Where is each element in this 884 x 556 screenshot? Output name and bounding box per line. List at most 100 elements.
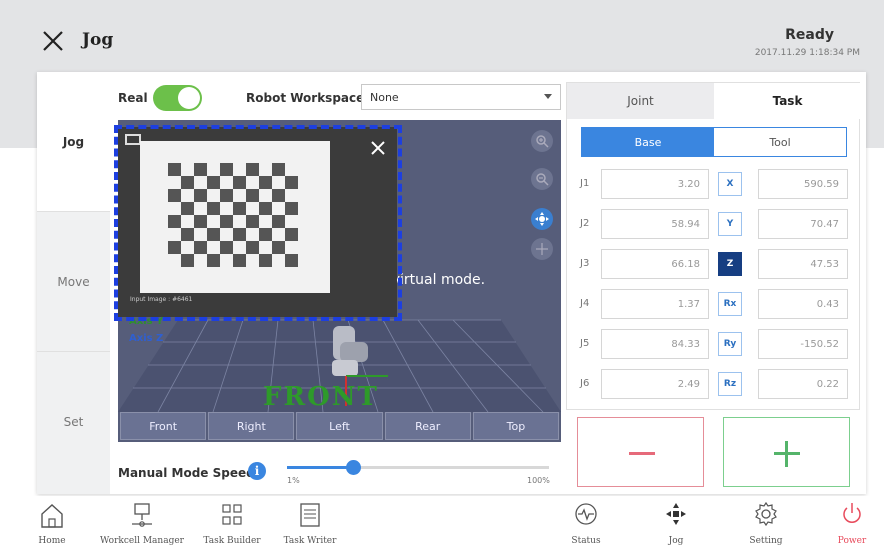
close-icon[interactable]: [40, 28, 66, 54]
zoom-out-button[interactable]: [531, 168, 553, 190]
joint-value-field[interactable]: 3.20: [601, 169, 709, 199]
coord-row: J5 84.33 Ry -150.52: [567, 329, 861, 359]
view-top-button[interactable]: Top: [472, 412, 560, 440]
speed-slider-fill: [287, 466, 353, 469]
speed-max-label: 100%: [527, 476, 550, 485]
view-rear-button[interactable]: Rear: [384, 412, 471, 440]
task-axis-button[interactable]: Rx: [718, 292, 742, 316]
nav-task-writer[interactable]: Task Writer: [282, 500, 338, 546]
real-toggle[interactable]: [153, 85, 202, 111]
speed-slider[interactable]: [287, 460, 549, 475]
rotate-button[interactable]: [531, 208, 553, 230]
nav-workcell-manager[interactable]: Workcell Manager: [96, 500, 188, 546]
dropdown-arrow-icon: [544, 94, 552, 99]
speed-min-label: 1%: [287, 476, 300, 485]
nav-setting-label: Setting: [749, 536, 783, 546]
side-tabs: Jog Move Set: [37, 72, 110, 494]
tab-move-label: Move: [57, 274, 90, 289]
joint-label: J3: [580, 258, 590, 269]
jog-plus-button[interactable]: [723, 417, 850, 487]
task-axis-button[interactable]: Z: [718, 252, 742, 276]
nav-jog-label: Jog: [668, 536, 684, 546]
speed-label: Manual Mode Speed: [118, 466, 255, 480]
view-right-button[interactable]: Right: [208, 412, 295, 440]
joint-value-field[interactable]: 58.94: [601, 209, 709, 239]
joint-value-field[interactable]: 1.37: [601, 289, 709, 319]
task-axis-button[interactable]: Y: [718, 212, 742, 236]
rotate-icon: [535, 212, 549, 226]
nav-home[interactable]: Home: [32, 500, 72, 546]
coord-row: J2 58.94 Y 70.47: [567, 209, 861, 239]
tab-jog-label: Jog: [62, 134, 85, 149]
joint-value-field[interactable]: 84.33: [601, 329, 709, 359]
coord-row: J4 1.37 Rx 0.43: [567, 289, 861, 319]
tab-move[interactable]: Move: [37, 212, 110, 352]
nav-power-label: Power: [837, 536, 867, 546]
joint-value-field[interactable]: 2.49: [601, 369, 709, 399]
nav-workcell-label: Workcell Manager: [100, 536, 184, 546]
task-value-field[interactable]: 70.47: [758, 209, 848, 239]
joint-label: J4: [580, 298, 590, 309]
toggle-knob: [178, 87, 200, 109]
view-front-button[interactable]: Front: [120, 412, 207, 440]
tab-set[interactable]: Set: [37, 352, 110, 492]
workspace-select[interactable]: None: [361, 84, 561, 110]
coordinate-tabs: Joint Task: [567, 83, 861, 119]
nav-status[interactable]: Status: [566, 500, 606, 546]
nav-task-builder-label: Task Builder: [203, 536, 261, 546]
task-value-field[interactable]: 590.59: [758, 169, 848, 199]
task-value-field[interactable]: 0.43: [758, 289, 848, 319]
page-title: Jog: [82, 30, 114, 50]
view-left-button[interactable]: Left: [296, 412, 383, 440]
joint-label: J6: [580, 378, 590, 389]
status-label: Ready: [785, 27, 834, 43]
pan-icon: [536, 243, 548, 255]
jog-icon: [666, 503, 686, 525]
axis-z-label: Axis Z: [129, 333, 164, 344]
task-value-field[interactable]: 0.22: [758, 369, 848, 399]
jog-minus-button[interactable]: [577, 417, 704, 487]
task-axis-button[interactable]: Rz: [718, 372, 742, 396]
coordinate-panel: Joint Task Base Tool J1 3.20 X 590.59 J2…: [566, 82, 861, 410]
info-icon[interactable]: i: [248, 462, 266, 480]
nav-task-builder[interactable]: Task Builder: [200, 500, 264, 546]
workspace-label: Robot Workspace: [246, 91, 365, 105]
zoom-in-icon: [536, 135, 549, 148]
tab-task[interactable]: Task: [714, 83, 861, 119]
frame-toggle: Base Tool: [581, 127, 847, 157]
zoom-out-icon: [536, 173, 549, 186]
nav-status-label: Status: [571, 536, 601, 546]
task-value-field[interactable]: 47.53: [758, 249, 848, 279]
pan-button[interactable]: [531, 238, 553, 260]
tab-joint[interactable]: Joint: [567, 83, 714, 119]
view-buttons-bar: Front Right Left Rear Top: [118, 412, 561, 442]
minus-icon: [629, 452, 655, 455]
task-value-field[interactable]: -150.52: [758, 329, 848, 359]
selection-highlight: [114, 125, 402, 321]
joint-label: J5: [580, 338, 590, 349]
task-axis-button[interactable]: X: [718, 172, 742, 196]
nav-power[interactable]: Power: [832, 500, 872, 546]
power-icon: [843, 503, 861, 523]
real-label: Real: [118, 91, 148, 105]
status-timestamp: 2017.11.29 1:18:34 PM: [754, 48, 860, 58]
home-icon: [41, 504, 63, 528]
tab-jog[interactable]: Jog: [37, 72, 110, 212]
coord-row: J6 2.49 Rz 0.22: [567, 369, 861, 399]
speed-slider-handle[interactable]: [345, 460, 361, 475]
task-writer-icon: [300, 503, 320, 527]
coord-row: J1 3.20 X 590.59: [567, 169, 861, 199]
nav-setting[interactable]: Setting: [744, 500, 788, 546]
jog-card: Jog Move Set Real Robot Workspace None A…: [37, 72, 866, 494]
nav-task-writer-label: Task Writer: [283, 536, 337, 546]
zoom-in-button[interactable]: [531, 130, 553, 152]
tool-frame-button[interactable]: Tool: [714, 128, 846, 156]
bottom-nav: Home Workcell Manager Task Builder Task …: [0, 496, 884, 556]
workcell-icon: [132, 503, 152, 527]
workspace-value: None: [370, 91, 399, 104]
status-icon: [575, 503, 597, 525]
nav-jog[interactable]: Jog: [656, 500, 696, 546]
base-frame-button[interactable]: Base: [582, 128, 714, 156]
task-axis-button[interactable]: Ry: [718, 332, 742, 356]
joint-value-field[interactable]: 66.18: [601, 249, 709, 279]
